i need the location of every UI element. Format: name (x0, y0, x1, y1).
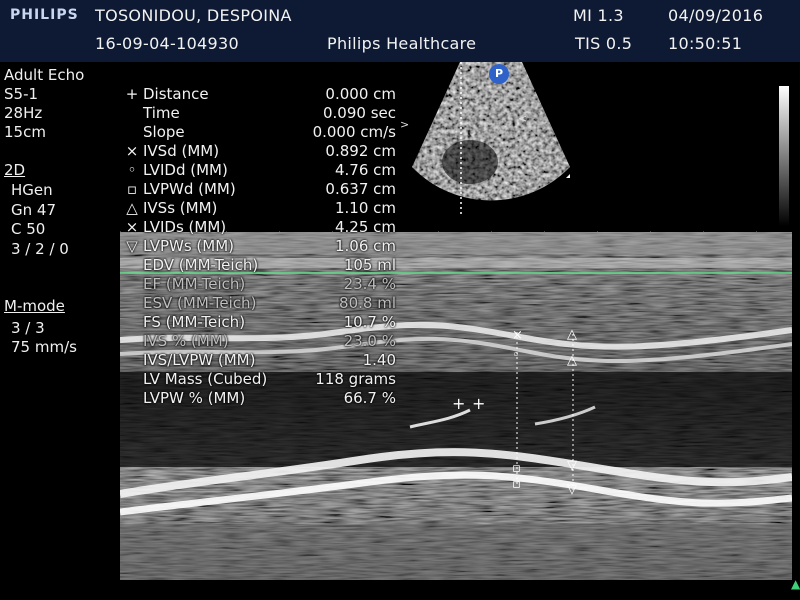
measurement-value: 1.40 (362, 351, 396, 369)
lvpwd-end-caliper-marker: ▫ (512, 477, 521, 492)
frame-rate: 28Hz (4, 104, 43, 122)
measurement-label: EF (MM-Teich) (143, 275, 246, 293)
philips-logo: PHILIPS (10, 7, 79, 23)
measurement-value: 0.892 cm (325, 142, 396, 160)
measurement-label: LVPWs (MM) (143, 237, 235, 255)
measurement-value: 0.000 cm (325, 85, 396, 103)
preset-label: Adult Echo (4, 66, 85, 84)
svg-text:>: > (400, 118, 409, 131)
study-id: 16-09-04-104930 (95, 34, 239, 53)
measurement-value: 66.7 % (343, 389, 396, 407)
measurement-row: Slope 0.000 cm/s (124, 123, 396, 142)
measurement-label: LVIDd (MM) (143, 161, 228, 179)
lvpws-caliper-marker: ▽ (567, 458, 577, 473)
measurement-row: FS (MM-Teich) 10.7 % (124, 313, 396, 332)
sector-scan-image: > < (400, 62, 570, 217)
lvpwd-caliper-marker: ▫ (512, 461, 521, 476)
mmode-setting: 3 / 3 (11, 319, 45, 337)
measurement-label: IVS % (MM) (143, 332, 229, 350)
measurement-label: LVPWd (MM) (143, 180, 236, 198)
measurement-value: 23.0 % (343, 332, 396, 350)
measurement-row: × IVSd (MM) 0.892 cm (124, 142, 396, 161)
measurement-label: Slope (143, 123, 185, 141)
measurement-value: 0.637 cm (325, 180, 396, 198)
measurement-label: Time (143, 104, 180, 122)
measurement-row: Time 0.090 sec (124, 104, 396, 123)
header-bar: PHILIPS TOSONIDOU, DESPOINA 16-09-04-104… (0, 0, 800, 62)
measurement-row: EF (MM-Teich) 23.4 % (124, 275, 396, 294)
measurement-row: ESV (MM-Teich) 80.8 ml (124, 294, 396, 313)
measurement-label: LVIDs (MM) (143, 218, 227, 236)
measurement-value: 23.4 % (343, 275, 396, 293)
x-caliper-icon: × (125, 218, 139, 236)
measurement-label: Distance (143, 85, 209, 103)
measurement-label: ESV (MM-Teich) (143, 294, 257, 312)
measurement-row: LVPW % (MM) 66.7 % (124, 389, 396, 408)
measurement-value: 80.8 ml (339, 294, 396, 312)
measurement-row: EDV (MM-Teich) 105 ml (124, 256, 396, 275)
mmode-label: M-mode (4, 297, 65, 315)
measurement-row: ◦ LVIDd (MM) 4.76 cm (124, 161, 396, 180)
measurement-row: LV Mass (Cubed) 118 grams (124, 370, 396, 389)
hgen-label: HGen (11, 181, 53, 199)
distance-caliper-end: + (472, 394, 486, 413)
triangle-up-caliper-icon: △ (126, 199, 138, 217)
patient-name: TOSONIDOU, DESPOINA (95, 6, 292, 25)
ivss-caliper-marker: △ (567, 327, 577, 342)
square-caliper-icon: ▫ (126, 180, 138, 198)
measurement-value: 10.7 % (343, 313, 396, 331)
measurement-label: IVS/LVPW (MM) (143, 351, 256, 369)
measurement-row: × LVIDs (MM) 4.25 cm (124, 218, 396, 237)
measurement-value: 105 ml (343, 256, 396, 274)
probe-label: S5-1 (4, 85, 39, 103)
measurement-value: 0.090 sec (322, 104, 396, 122)
circle-caliper-icon: ◦ (127, 161, 137, 179)
exam-time: 10:50:51 (668, 34, 743, 53)
corner-indicator: ▲ (791, 577, 800, 591)
lvidd-caliper-marker: ◦ (512, 348, 520, 363)
measurement-label: FS (MM-Teich) (143, 313, 246, 331)
sweep-speed: 75 mm/s (11, 338, 77, 356)
measurement-value: 0.000 cm/s (312, 123, 396, 141)
measurement-row: ▫ LVPWd (MM) 0.637 cm (124, 180, 396, 199)
distance-caliper-start: + (452, 394, 466, 413)
triangle-down-caliper-icon: ▽ (126, 237, 138, 255)
measurement-value: 1.10 cm (334, 199, 396, 217)
probe-orientation-badge: P (489, 64, 509, 84)
exam-date: 04/09/2016 (668, 6, 764, 25)
measurement-value: 1.06 cm (334, 237, 396, 255)
mechanical-index: MI 1.3 (573, 6, 624, 25)
lvids-caliper-marker: △ (567, 353, 577, 368)
x-caliper-icon: × (125, 142, 139, 160)
gain-value: Gn 47 (11, 201, 56, 219)
measurement-row: IVS % (MM) 23.0 % (124, 332, 396, 351)
measurement-label: EDV (MM-Teich) (143, 256, 259, 274)
compress-value: C 50 (11, 220, 46, 238)
thermal-index: TIS 0.5 (575, 34, 633, 53)
depth-value: 15cm (4, 123, 46, 141)
measurement-value: 4.25 cm (334, 218, 396, 236)
measurement-row: ▽ LVPWs (MM) 1.06 cm (124, 237, 396, 256)
measurement-label: LV Mass (Cubed) (143, 370, 268, 388)
measurement-row: + Distance 0.000 cm (124, 85, 396, 104)
mode-2d-label: 2D (4, 161, 26, 179)
persist-value: 3 / 2 / 0 (11, 240, 69, 258)
measurement-value: 4.76 cm (334, 161, 396, 179)
institution-name: Philips Healthcare (327, 34, 477, 53)
plus-caliper-icon: + (125, 85, 139, 103)
measurement-row: △ IVSs (MM) 1.10 cm (124, 199, 396, 218)
measurement-label: IVSs (MM) (143, 199, 218, 217)
svg-text:<: < (518, 112, 527, 125)
ivsd-caliper-marker: × (512, 328, 523, 343)
measurement-row: IVS/LVPW (MM) 1.40 (124, 351, 396, 370)
lvpws-end-caliper-marker: ▽ (567, 482, 577, 497)
measurement-value: 118 grams (315, 370, 396, 388)
measurement-label: LVPW % (MM) (143, 389, 246, 407)
measurement-label: IVSd (MM) (143, 142, 220, 160)
grayscale-bar (779, 86, 789, 226)
